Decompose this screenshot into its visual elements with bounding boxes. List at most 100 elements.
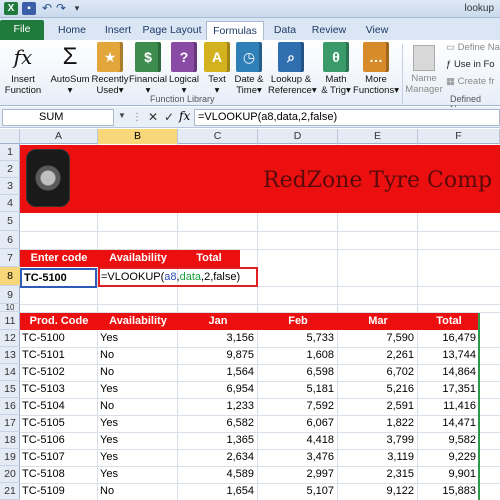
name-manager-button[interactable]: Name Manager [404, 42, 444, 95]
table-cell[interactable]: 1,608 [258, 347, 338, 364]
row-header[interactable]: 17 [0, 415, 20, 432]
row-header[interactable]: 21 [0, 483, 20, 500]
table-cell[interactable]: 1,822 [338, 415, 418, 432]
table-cell[interactable]: No [98, 483, 178, 500]
row-header[interactable]: 11 [0, 312, 20, 330]
row-header[interactable]: 20 [0, 466, 20, 483]
table-cell[interactable]: 3,799 [338, 432, 418, 449]
tab-home[interactable]: Home [52, 21, 92, 40]
table-cell[interactable]: 3,476 [258, 449, 338, 466]
table-cell[interactable]: 1,365 [178, 432, 258, 449]
row-header[interactable]: 2 [0, 161, 20, 178]
table-cell[interactable]: 4,589 [178, 466, 258, 483]
tab-file[interactable]: File [0, 20, 44, 40]
table-cell[interactable]: 1,233 [178, 398, 258, 415]
table-cell[interactable]: 7,592 [258, 398, 338, 415]
table-cell[interactable]: 9,122 [338, 483, 418, 500]
table-cell[interactable]: TC-5105 [20, 415, 98, 432]
table-cell[interactable]: 9,901 [418, 466, 480, 483]
redo-icon[interactable]: ↷ [54, 2, 68, 15]
row-header[interactable]: 5 [0, 212, 20, 231]
row-header[interactable]: 13 [0, 347, 20, 364]
table-cell[interactable]: 1,564 [178, 364, 258, 381]
lookup-code-cell[interactable]: TC-5100 [20, 268, 97, 288]
column-header-d[interactable]: D [258, 129, 338, 144]
table-cell[interactable]: 9,582 [418, 432, 480, 449]
column-header-f[interactable]: F [418, 129, 500, 144]
table-cell[interactable]: Yes [98, 466, 178, 483]
table-cell[interactable]: Yes [98, 432, 178, 449]
row-header[interactable]: 10 [0, 304, 20, 312]
table-cell[interactable]: 14,864 [418, 364, 480, 381]
table-cell[interactable]: 1,654 [178, 483, 258, 500]
table-cell[interactable]: 2,997 [258, 466, 338, 483]
table-cell[interactable]: TC-5100 [20, 330, 98, 347]
table-cell[interactable]: 6,954 [178, 381, 258, 398]
insert-function-button[interactable]: fx Insert Function [2, 42, 44, 96]
tab-view[interactable]: View [360, 21, 394, 40]
row-header[interactable]: 12 [0, 330, 20, 347]
column-header-a[interactable]: A [20, 129, 98, 144]
tab-data[interactable]: Data [268, 21, 302, 40]
table-cell[interactable]: 6,702 [338, 364, 418, 381]
table-cell[interactable]: 15,883 [418, 483, 480, 500]
table-cell[interactable]: 6,582 [178, 415, 258, 432]
row-header[interactable]: 18 [0, 432, 20, 449]
chevron-down-icon[interactable]: ▼ [118, 111, 126, 120]
row-header[interactable]: 15 [0, 381, 20, 398]
table-cell[interactable]: TC-5109 [20, 483, 98, 500]
table-cell[interactable]: 16,479 [418, 330, 480, 347]
chevron-down-icon[interactable]: ▾ [70, 2, 84, 15]
row-header[interactable]: 1 [0, 144, 20, 161]
worksheet-grid[interactable]: RedZone Tyre Comp Enter code Availabilit… [20, 144, 500, 500]
lookup-reference-button[interactable]: ⌕ Lookup & Reference▾ [268, 42, 317, 96]
table-cell[interactable]: Yes [98, 381, 178, 398]
date-time-button[interactable]: ◷ Date & Time▾ [231, 42, 267, 96]
more-functions-button[interactable]: … More Functions▾ [353, 42, 399, 96]
row-header[interactable]: 19 [0, 449, 20, 466]
save-icon[interactable]: ▪ [22, 2, 36, 15]
cancel-icon[interactable]: ✕ [148, 110, 158, 124]
table-cell[interactable]: 2,315 [338, 466, 418, 483]
autosum-button[interactable]: Σ AutoSum ▾ [48, 42, 92, 96]
tab-formulas[interactable]: Formulas [206, 21, 264, 40]
table-cell[interactable]: No [98, 364, 178, 381]
column-header-e[interactable]: E [338, 129, 418, 144]
financial-button[interactable]: $ Financial ▾ [128, 42, 168, 96]
text-button[interactable]: A Text ▾ [203, 42, 231, 96]
table-cell[interactable]: 3,156 [178, 330, 258, 347]
table-cell[interactable]: 7,590 [338, 330, 418, 347]
undo-icon[interactable]: ↶ [40, 2, 54, 15]
column-header-b[interactable]: B [98, 129, 178, 144]
table-cell[interactable]: TC-5107 [20, 449, 98, 466]
table-cell[interactable]: 5,733 [258, 330, 338, 347]
table-cell[interactable]: Yes [98, 330, 178, 347]
row-header[interactable]: 9 [0, 286, 20, 304]
row-header[interactable]: 14 [0, 364, 20, 381]
table-cell[interactable]: 9,875 [178, 347, 258, 364]
fx-icon[interactable]: fx [179, 109, 190, 123]
table-cell[interactable]: 2,634 [178, 449, 258, 466]
recently-used-button[interactable]: ★ Recently Used▾ [90, 42, 130, 96]
table-cell[interactable]: TC-5108 [20, 466, 98, 483]
use-in-formula-button[interactable]: ƒ Use in Fo [446, 59, 495, 70]
table-cell[interactable]: TC-5104 [20, 398, 98, 415]
table-cell[interactable]: Yes [98, 449, 178, 466]
define-name-button[interactable]: ▭ Define Na [446, 42, 500, 53]
tab-insert[interactable]: Insert [98, 21, 138, 40]
formula-input[interactable]: =VLOOKUP(a8,data,2,false) [194, 109, 500, 126]
table-cell[interactable]: 17,351 [418, 381, 480, 398]
row-header[interactable]: 7 [0, 249, 20, 267]
table-cell[interactable]: 2,261 [338, 347, 418, 364]
table-cell[interactable]: 9,229 [418, 449, 480, 466]
name-box[interactable]: SUM [2, 109, 114, 126]
row-header[interactable]: 16 [0, 398, 20, 415]
table-cell[interactable]: TC-5102 [20, 364, 98, 381]
table-cell[interactable]: 11,416 [418, 398, 480, 415]
table-cell[interactable]: 13,744 [418, 347, 480, 364]
math-trig-button[interactable]: θ Math & Trig▾ [318, 42, 354, 96]
table-cell[interactable]: 2,591 [338, 398, 418, 415]
create-from-selection-button[interactable]: ▦ Create fr [446, 76, 495, 87]
table-cell[interactable]: Yes [98, 415, 178, 432]
table-cell[interactable]: 5,181 [258, 381, 338, 398]
